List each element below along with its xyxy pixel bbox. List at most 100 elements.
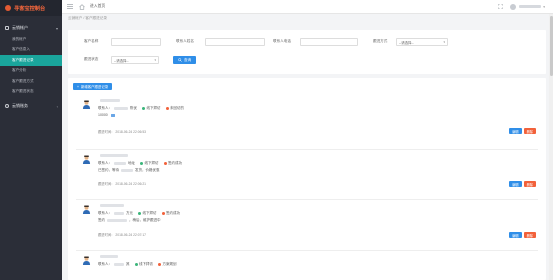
follow-status-tag: 方案规划 bbox=[162, 262, 177, 266]
follow-time: 跟进时间： 2018-06-24 22:06:53 bbox=[98, 130, 147, 134]
user-avatar-icon bbox=[82, 100, 91, 109]
chevron-down-icon: ▾ bbox=[443, 40, 445, 44]
user-avatar-icon bbox=[82, 205, 91, 214]
enter-home-link[interactable]: 进入首页 bbox=[90, 4, 105, 9]
list-item: 联系人： 其 线下拜访 方案规划 bbox=[76, 254, 538, 280]
scrollbar-thumb[interactable] bbox=[549, 16, 553, 76]
record-note: 签约 ，稍后，维护跟进中 bbox=[98, 218, 161, 223]
search-button-label: 查询 bbox=[184, 57, 192, 62]
circle-icon bbox=[5, 104, 9, 108]
avatar[interactable] bbox=[510, 3, 517, 10]
home-icon[interactable] bbox=[78, 3, 86, 11]
list-item: 联系人： 方元 线下拜访 签约成功 签约 ，稍后，维护跟进中 跟进时间： 201… bbox=[76, 203, 538, 251]
follow-status-value: --请选择-- bbox=[114, 58, 129, 63]
follow-method-select[interactable]: --请选择-- ▾ bbox=[396, 38, 448, 46]
customer-name bbox=[98, 255, 120, 259]
contact-suffix: 地址 bbox=[128, 161, 135, 165]
status-dot bbox=[163, 162, 167, 165]
contact-suffix: 方元 bbox=[126, 211, 133, 215]
delete-button[interactable]: 删除 bbox=[523, 128, 536, 134]
status-dot bbox=[140, 162, 143, 165]
follow-method-value: --请选择-- bbox=[399, 40, 414, 45]
contact-phone-label: 联系人电话 bbox=[273, 39, 291, 43]
record-meta: 联系人： 地址 线下拜访 签约成功 bbox=[98, 161, 182, 166]
list-item: 联系人： 地址 线下拜访 签约成功 已签约，等待 发货，价格优惠 跟进时间： 2… bbox=[76, 153, 538, 200]
status-dot bbox=[138, 212, 141, 215]
contact-suffix: 其 bbox=[126, 262, 130, 266]
follow-method-label: 跟进方式 bbox=[373, 39, 388, 43]
customer-name bbox=[98, 99, 122, 103]
user-avatar-icon bbox=[82, 155, 91, 164]
sidebar: 寻客宝控制台 云销帐户 ▾ 我的帐户 客户信息入 客户跟进记录 客户分析 客户跟… bbox=[0, 0, 62, 280]
chevron-down-icon: ▾ bbox=[154, 58, 156, 62]
topbar-right: ▾ bbox=[492, 3, 545, 11]
record-note-text-2: 发货，价格优惠 bbox=[135, 168, 160, 172]
edit-button[interactable]: 编辑 bbox=[509, 128, 522, 134]
app-title: 寻客宝控制台 bbox=[14, 5, 46, 12]
plus-icon: + bbox=[77, 84, 79, 89]
delete-button[interactable]: 删除 bbox=[523, 181, 536, 187]
follow-record-list: + 新增客户跟进记录 联系人： 陈优 线下拜访 未回访的 10000 跟进时间：… bbox=[68, 78, 546, 280]
chevron-down-icon: ▾ bbox=[55, 25, 58, 31]
edit-button[interactable]: 编辑 bbox=[509, 232, 522, 238]
add-record-button[interactable]: + 新增客户跟进记录 bbox=[73, 83, 113, 90]
user-name[interactable] bbox=[519, 5, 542, 8]
sidebar-item-follow-method[interactable]: 客户跟进方式 bbox=[0, 76, 62, 87]
sidebar-item-follow-records[interactable]: 客户跟进记录 bbox=[0, 55, 62, 66]
follow-status-tag: 签约成功 bbox=[166, 211, 180, 215]
chevron-down-icon[interactable]: ▾ bbox=[543, 5, 545, 9]
sidebar-group2-label: 云销账务 bbox=[12, 103, 28, 108]
record-note: 已签约，等待 发货，价格优惠 bbox=[98, 168, 160, 173]
delete-button[interactable]: 删除 bbox=[523, 232, 536, 238]
sidebar-group-label: 云销帐户 bbox=[12, 25, 28, 30]
record-meta: 联系人： 陈优 线下拜访 未回访的 bbox=[98, 106, 184, 111]
follow-status-tag: 签约成功 bbox=[168, 161, 182, 165]
grid-icon bbox=[5, 26, 9, 30]
sidebar-group-finance[interactable]: 云销账务 ‹ bbox=[0, 100, 62, 112]
status-dot bbox=[165, 107, 169, 110]
sidebar-item-customer-info[interactable]: 客户信息入 bbox=[0, 45, 62, 56]
contact-prefix: 联系人： bbox=[98, 161, 112, 165]
status-dot bbox=[158, 263, 161, 266]
follow-time: 跟进时间： 2018-06-24 22:06:21 bbox=[98, 182, 147, 186]
customer-name-input[interactable] bbox=[111, 38, 161, 46]
contact-name-input[interactable] bbox=[205, 38, 265, 46]
sidebar-group-account[interactable]: 云销帐户 ▾ bbox=[0, 22, 62, 34]
contact-prefix: 联系人： bbox=[98, 262, 112, 266]
contact-phone-input[interactable] bbox=[300, 38, 358, 46]
contact-suffix: 陈优 bbox=[130, 106, 137, 110]
record-note-text-2: ，稍后，维护跟进中 bbox=[129, 218, 161, 222]
menu-icon[interactable] bbox=[66, 3, 74, 11]
record-note-text: 已签约，等待 bbox=[98, 168, 119, 172]
search-button[interactable]: 查询 bbox=[173, 56, 197, 64]
chevron-right-icon: ‹ bbox=[56, 103, 58, 109]
record-note: 10000 bbox=[98, 113, 115, 117]
record-meta: 联系人： 方元 线下拜访 签约成功 bbox=[98, 211, 180, 216]
contact-prefix: 联系人： bbox=[98, 211, 112, 215]
record-note-text: 签约 bbox=[98, 218, 105, 222]
customer-name bbox=[98, 204, 126, 208]
top-bar: 进入首页 ▾ bbox=[62, 0, 553, 14]
follow-status-tag: 未回访的 bbox=[170, 106, 184, 110]
sidebar-item-follow-status[interactable]: 客户跟进状态 bbox=[0, 87, 62, 98]
follow-status-select[interactable]: --请选择-- ▾ bbox=[111, 56, 159, 64]
logo: 寻客宝控制台 bbox=[0, 0, 62, 16]
sidebar-item-my-account[interactable]: 我的帐户 bbox=[0, 34, 62, 45]
follow-time: 跟进时间： 2018-06-24 22:07:17 bbox=[98, 233, 147, 237]
add-record-label: 新增客户跟进记录 bbox=[80, 85, 109, 89]
logo-icon bbox=[5, 5, 11, 11]
follow-method-tag: 线下拜访 bbox=[142, 211, 157, 215]
list-item: 联系人： 陈优 线下拜访 未回访的 10000 跟进时间： 2018-06-24… bbox=[76, 98, 538, 150]
status-dot bbox=[134, 263, 138, 266]
contact-prefix: 联系人： bbox=[98, 106, 112, 110]
customer-name bbox=[98, 154, 130, 158]
customer-name-label: 客户名称 bbox=[84, 39, 99, 43]
status-dot bbox=[161, 212, 165, 215]
sidebar-item-customer-analysis[interactable]: 客户分析 bbox=[0, 66, 62, 77]
breadcrumb: 云销帐户 / 客户跟进记录 bbox=[68, 16, 107, 20]
user-avatar-icon bbox=[82, 256, 91, 265]
edit-button[interactable]: 编辑 bbox=[509, 181, 522, 187]
search-icon bbox=[178, 57, 182, 63]
expand-icon[interactable] bbox=[496, 3, 504, 11]
follow-method-tag: 线下拜访 bbox=[144, 161, 159, 165]
